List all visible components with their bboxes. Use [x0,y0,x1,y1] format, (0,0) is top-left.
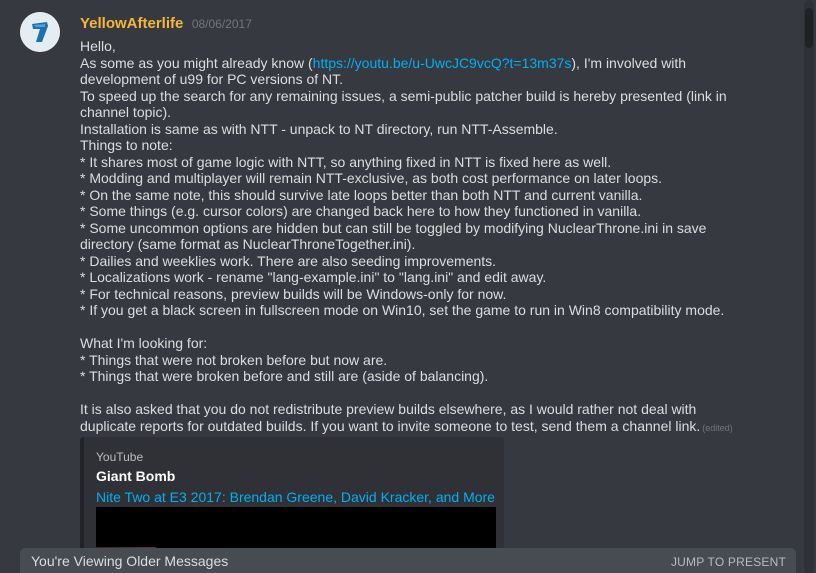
jump-to-present-button[interactable]: JUMP TO PRESENT [671,555,786,569]
message-text: * It shares most of game logic with NTT,… [80,153,612,170]
message-text: * Things that were not broken before but… [80,351,388,368]
discord-logo-icon [20,12,60,52]
embed-title-link[interactable]: Nite Two at E3 2017: Brendan Greene, Dav… [96,489,495,505]
message-line: * Things that were not broken before but… [80,352,770,369]
message-line: To speed up the search for any remaining… [80,88,770,105]
message-text: directory (same format as NuclearThroneT… [80,236,416,252]
message-line: * For technical reasons, preview builds … [80,286,770,303]
message-line: * If you get a black screen in fullscree… [80,302,770,319]
avatar[interactable] [20,12,60,52]
message-text: * If you get a black screen in fullscree… [80,302,725,318]
timestamp: 08/06/2017 [191,17,252,31]
edited-indicator: (edited) [702,422,733,433]
message-text: * Dailies and weeklies work. There are a… [80,252,497,269]
scrollbar-thumb[interactable] [805,8,813,48]
message-text: Installation is same as with NTT - unpac… [80,120,558,137]
message-text: ), I'm involved with [571,54,687,71]
message-line: What I'm looking for: [80,335,770,352]
message-text: * Some things (e.g. cursor colors) are c… [80,203,642,219]
message-line: development of u99 for PC versions of NT… [80,71,770,88]
message-text: Things to note: [80,137,173,153]
message-line [80,385,770,402]
message-line: duplicate reports for outdated builds. I… [80,418,770,437]
message-text: channel topic). [80,104,172,120]
message-line: directory (same format as NuclearThroneT… [80,236,770,253]
message-line: * It shares most of game logic with NTT,… [80,154,770,171]
youtube-link[interactable]: https://youtu.be/u-UwcJC9vcQ?t=13m37s [313,55,572,71]
message-line: * Things that were broken before and sti… [80,368,770,385]
message-line: * Some uncommon options are hidden but c… [80,220,770,237]
embed-author[interactable]: Giant Bomb [96,468,175,484]
scrollbar-track[interactable] [804,0,814,573]
embed-provider[interactable]: YouTube [96,450,143,464]
message-text: development of u99 for PC versions of NT… [80,71,344,87]
message-line: Installation is same as with NTT - unpac… [80,121,770,138]
message-text: * Localizations work - rename "lang-exam… [80,269,547,285]
message-text: As some as you might already know ( [80,54,313,71]
message-line [80,319,770,336]
message-text: To speed up the search for any remaining… [80,87,727,104]
message-line: * Some things (e.g. cursor colors) are c… [80,203,770,220]
message-line: * Localizations work - rename "lang-exam… [80,269,770,286]
message-line: * On the same note, this should survive … [80,187,770,204]
username[interactable]: YellowAfterlife [80,15,183,32]
message-line: * Modding and multiplayer will remain NT… [80,170,770,187]
older-messages-bar: You're Viewing Older Messages JUMP TO PR… [20,548,796,573]
message-line: Hello, [80,38,770,55]
message-text: What I'm looking for: [80,335,208,351]
message-text: Hello, [80,38,116,54]
message-header: YellowAfterlife 08/06/2017 [80,15,252,35]
message-text: It is also asked that you do not redistr… [80,401,697,417]
message-content: Hello, As some as you might already know … [80,38,770,436]
message-line: channel topic). [80,104,770,121]
message-text: * Modding and multiplayer will remain NT… [80,170,663,186]
message: YellowAfterlife 08/06/2017 Hello, As some… [0,0,800,573]
message-line: * Dailies and weeklies work. There are a… [80,253,770,270]
older-messages-text: You're Viewing Older Messages [31,553,229,569]
message-text: * Things that were broken before and sti… [80,368,489,384]
message-text: * Some uncommon options are hidden but c… [80,219,707,236]
message-text: duplicate reports for outdated builds. I… [80,417,701,434]
message-text: * For technical reasons, preview builds … [80,285,507,302]
message-line: It is also asked that you do not redistr… [80,401,770,418]
message-line: Things to note: [80,137,770,154]
message-text: * On the same note, this should survive … [80,186,643,203]
message-line: As some as you might already know (https… [80,55,770,72]
